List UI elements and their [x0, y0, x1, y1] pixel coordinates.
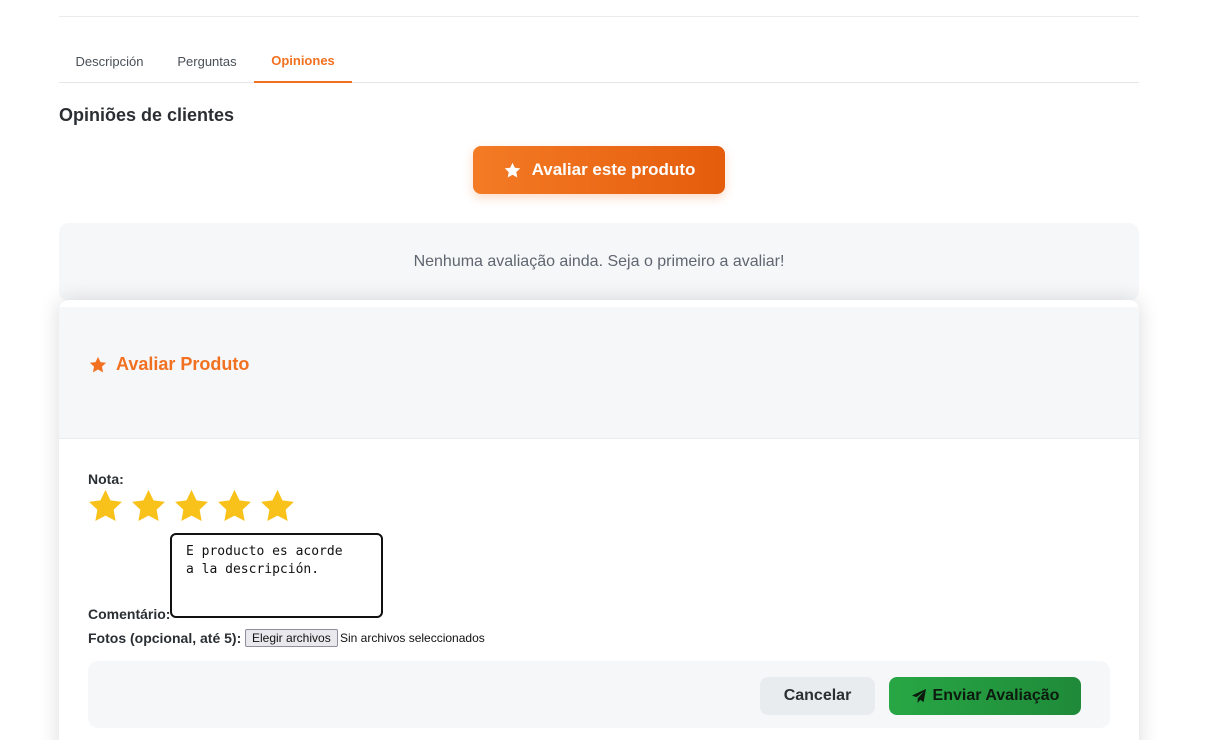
choose-files-button[interactable]: Elegir archivos — [245, 629, 338, 647]
reviews-section-title: Opiniões de clientes — [59, 105, 235, 125]
file-status-text: Sin archivos seleccionados — [340, 631, 485, 645]
tab-perguntas[interactable]: Perguntas — [160, 40, 254, 82]
product-tabs: Descripción Perguntas Opiniones — [59, 40, 1139, 83]
rate-product-button[interactable]: Avaliar este produto — [473, 146, 725, 194]
no-reviews-message: Nenhuma avaliação ainda. Seja o primeiro… — [413, 253, 785, 270]
star-icon[interactable] — [86, 487, 125, 526]
modal-title-text: Avaliar Produto — [116, 354, 250, 374]
comment-textarea[interactable]: E producto es acorde a la descripción. — [170, 533, 383, 618]
star-icon[interactable] — [258, 487, 297, 526]
star-icon — [89, 356, 107, 372]
tab-descripcion[interactable]: Descripción — [59, 40, 160, 82]
rating-label: Nota: — [88, 471, 124, 487]
submit-review-label: Enviar Avaliação — [932, 687, 1060, 704]
submit-review-button[interactable]: Enviar Avaliação — [889, 677, 1081, 715]
star-icon[interactable] — [215, 487, 254, 526]
rate-product-button-label: Avaliar este produto — [531, 160, 696, 179]
star-rating — [86, 487, 297, 526]
modal-footer: Cancelar Enviar Avaliação — [88, 661, 1110, 728]
tab-opiniones[interactable]: Opiniones — [254, 40, 352, 83]
modal-header: Avaliar Produto — [59, 307, 1139, 439]
star-icon — [504, 162, 520, 177]
star-icon[interactable] — [129, 487, 168, 526]
paper-plane-icon — [911, 689, 926, 703]
star-icon[interactable] — [172, 487, 211, 526]
modal-title: Avaliar Produto — [88, 354, 249, 375]
no-reviews-panel: Nenhuma avaliação ainda. Seja o primeiro… — [59, 223, 1139, 301]
cancel-button[interactable]: Cancelar — [760, 677, 875, 715]
photos-label: Fotos (opcional, até 5): — [88, 630, 242, 646]
comment-label: Comentário: — [88, 606, 171, 622]
review-modal: Avaliar Produto Nota: Comentário: E prod… — [59, 300, 1139, 740]
top-divider — [59, 16, 1139, 17]
